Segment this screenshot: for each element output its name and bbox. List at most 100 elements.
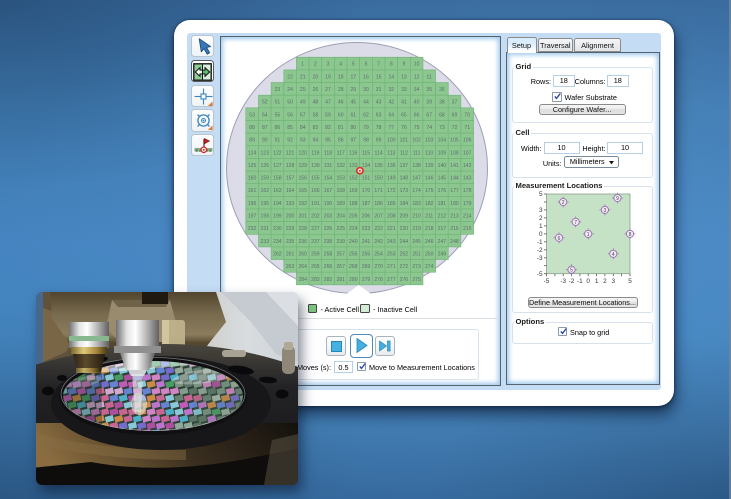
svg-text:249: 249	[437, 252, 446, 258]
svg-text:243: 243	[387, 239, 396, 245]
svg-text:137: 137	[399, 163, 408, 169]
svg-text:147: 147	[412, 176, 421, 182]
svg-text:156: 156	[298, 176, 307, 182]
svg-text:3: 3	[612, 278, 616, 285]
svg-text:169: 169	[349, 188, 358, 194]
svg-text:24: 24	[287, 87, 293, 93]
svg-text:92: 92	[287, 138, 293, 144]
svg-text:274: 274	[424, 264, 433, 270]
svg-text:133: 133	[349, 163, 358, 169]
svg-text:126: 126	[260, 163, 269, 169]
svg-text:226: 226	[323, 226, 332, 232]
svg-text:66: 66	[413, 112, 419, 118]
svg-text:122: 122	[273, 150, 282, 156]
svg-text:0: 0	[539, 231, 543, 238]
svg-text:239: 239	[336, 239, 345, 245]
svg-text:19: 19	[325, 74, 331, 80]
svg-text:166: 166	[311, 188, 320, 194]
svg-text:18: 18	[337, 74, 343, 80]
svg-text:106: 106	[462, 138, 471, 144]
svg-text:22: 22	[287, 74, 293, 80]
svg-text:231: 231	[260, 226, 269, 232]
svg-text:29: 29	[350, 87, 356, 93]
svg-text:207: 207	[374, 214, 383, 220]
svg-text:9: 9	[616, 196, 619, 202]
svg-text:68: 68	[439, 112, 445, 118]
svg-text:282: 282	[323, 277, 332, 283]
svg-text:2: 2	[603, 278, 607, 285]
svg-text:5: 5	[539, 191, 543, 198]
svg-text:76: 76	[401, 125, 407, 131]
svg-text:119: 119	[311, 150, 319, 156]
svg-text:281: 281	[336, 277, 345, 283]
svg-text:103: 103	[424, 138, 433, 144]
svg-text:233: 233	[260, 239, 269, 245]
svg-text:60: 60	[337, 112, 343, 118]
svg-text:17: 17	[350, 74, 356, 80]
svg-text:105: 105	[450, 138, 459, 144]
svg-text:260: 260	[298, 252, 307, 258]
svg-text:135: 135	[374, 163, 383, 169]
svg-text:42: 42	[388, 100, 394, 106]
svg-text:202: 202	[311, 214, 320, 220]
svg-text:257: 257	[336, 252, 345, 258]
svg-text:146: 146	[424, 176, 433, 182]
svg-text:209: 209	[399, 214, 408, 220]
svg-text:130: 130	[311, 163, 320, 169]
svg-text:36: 36	[439, 87, 445, 93]
svg-text:279: 279	[361, 277, 370, 283]
svg-text:275: 275	[412, 277, 421, 283]
svg-text:45: 45	[350, 100, 356, 106]
svg-text:123: 123	[260, 150, 269, 156]
svg-text:1: 1	[539, 223, 543, 230]
svg-text:238: 238	[323, 239, 332, 245]
svg-text:4: 4	[612, 252, 615, 258]
svg-text:189: 189	[336, 201, 345, 207]
svg-text:101: 101	[399, 138, 408, 144]
svg-text:225: 225	[336, 226, 345, 232]
svg-text:54: 54	[261, 112, 267, 118]
svg-text:144: 144	[450, 176, 459, 182]
svg-text:1: 1	[587, 232, 590, 238]
svg-text:11: 11	[426, 74, 431, 80]
svg-text:230: 230	[273, 226, 282, 232]
svg-text:168: 168	[336, 188, 345, 194]
svg-text:268: 268	[349, 264, 358, 270]
svg-text:261: 261	[285, 252, 294, 258]
svg-text:228: 228	[298, 226, 307, 232]
svg-text:112: 112	[399, 150, 407, 156]
svg-text:196: 196	[247, 201, 256, 207]
svg-text:277: 277	[387, 277, 396, 283]
svg-text:95: 95	[325, 138, 331, 144]
svg-text:153: 153	[336, 176, 345, 182]
svg-text:259: 259	[311, 252, 320, 258]
svg-text:278: 278	[374, 277, 383, 283]
svg-text:34: 34	[413, 87, 419, 93]
svg-text:283: 283	[311, 277, 320, 283]
svg-text:67: 67	[426, 112, 432, 118]
svg-text:46: 46	[337, 100, 343, 106]
svg-text:186: 186	[374, 201, 383, 207]
svg-text:52: 52	[261, 100, 267, 106]
svg-text:5: 5	[570, 268, 573, 274]
svg-text:50: 50	[287, 100, 293, 106]
svg-text:8: 8	[389, 62, 392, 68]
svg-text:70: 70	[464, 112, 470, 118]
svg-text:227: 227	[311, 226, 320, 232]
svg-text:110: 110	[425, 150, 433, 156]
svg-text:64: 64	[388, 112, 394, 118]
svg-text:150: 150	[374, 176, 383, 182]
svg-text:232: 232	[247, 226, 256, 232]
svg-text:62: 62	[363, 112, 369, 118]
svg-text:212: 212	[437, 214, 446, 220]
svg-text:185: 185	[387, 201, 396, 207]
svg-text:213: 213	[450, 214, 459, 220]
svg-text:1: 1	[595, 278, 599, 285]
svg-text:59: 59	[325, 112, 331, 118]
svg-text:143: 143	[462, 176, 471, 182]
svg-text:149: 149	[387, 176, 396, 182]
svg-text:176: 176	[437, 188, 446, 194]
svg-text:191: 191	[311, 201, 320, 207]
svg-text:229: 229	[285, 226, 294, 232]
svg-text:269: 269	[361, 264, 370, 270]
